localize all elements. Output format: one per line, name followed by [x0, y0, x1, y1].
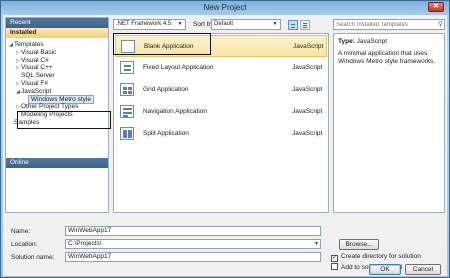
- tree-node-label: Visual Basic: [21, 48, 57, 56]
- annotation-box-javascript: [17, 111, 111, 129]
- template-details: Type: JavaScript A minimal application t…: [333, 33, 445, 213]
- search-input[interactable]: [334, 20, 434, 29]
- tree-node-label: Other Project Types: [21, 103, 79, 111]
- solution-name-field[interactable]: WinWebApp17: [65, 252, 321, 262]
- app-template-icon: [120, 105, 134, 118]
- app-template-icon: [120, 61, 134, 74]
- create-directory-label: Create directory for solution: [341, 253, 421, 260]
- template-name: Fixed Layout Application: [143, 64, 214, 71]
- browse-button[interactable]: Browse...: [339, 239, 379, 250]
- framework-dropdown[interactable]: .NET Framework 4.5 ▼: [113, 19, 186, 30]
- search-box[interactable]: ⚲: [333, 19, 445, 30]
- location-field[interactable]: C:\Projects\ ▼: [65, 239, 321, 249]
- location-value: C:\Projects\: [68, 240, 102, 247]
- tree-node[interactable]: ▷Visual Basic: [6, 49, 108, 57]
- checkmark-icon[interactable]: ✓: [331, 255, 338, 262]
- tree-node[interactable]: Windows Metro style: [6, 94, 108, 104]
- solution-name-value: WinWebApp17: [68, 253, 112, 260]
- toolbar: .NET Framework 4.5 ▼ Sort by: Default ▼: [113, 19, 333, 31]
- window-title: New Project: [203, 3, 247, 12]
- tree-node[interactable]: ▷Visual C#: [6, 57, 108, 65]
- tree-node-label: Visual F#: [21, 79, 48, 87]
- checkbox-icon[interactable]: [331, 263, 338, 270]
- nav-section-online[interactable]: Online: [6, 158, 108, 168]
- chevron-down-icon: ▼: [272, 21, 278, 27]
- framework-value: .NET Framework 4.5: [116, 21, 172, 27]
- name-field[interactable]: WinWebApp17: [65, 226, 321, 236]
- tree-node-label: Visual C++: [21, 64, 53, 72]
- search-icon[interactable]: ⚲: [438, 20, 443, 28]
- nav-section-recent[interactable]: Recent: [6, 18, 108, 28]
- cancel-button[interactable]: Cancel: [405, 264, 441, 275]
- tree-node[interactable]: ◢Templates: [6, 41, 108, 49]
- template-item[interactable]: Navigation Application JavaScript: [115, 101, 327, 123]
- solution-name-label: Solution name:: [11, 254, 55, 261]
- title-bar: New Project ✕: [1, 1, 449, 15]
- type-label: Type:: [338, 38, 355, 45]
- small-icons-view-button[interactable]: [300, 20, 310, 30]
- template-item[interactable]: Grid Application JavaScript: [115, 79, 327, 101]
- template-language: JavaScript: [292, 86, 323, 93]
- name-label: Name:: [11, 228, 31, 235]
- dialog-body: Recent Installed ◢Templates ▷Visual Basic…: [3, 15, 447, 276]
- tree-node[interactable]: SQL Server: [6, 72, 108, 80]
- template-language: JavaScript: [292, 108, 323, 115]
- resize-grip-icon[interactable]: ⋰: [441, 269, 446, 275]
- app-template-icon: [120, 127, 134, 140]
- annotation-box-blank-application: [113, 33, 211, 55]
- ok-button[interactable]: OK: [369, 264, 401, 275]
- tree-node-label: JavaScript: [21, 87, 52, 95]
- template-name: Navigation Application: [143, 108, 207, 115]
- create-directory-checkbox[interactable]: ✓ Create directory for solution: [331, 253, 421, 262]
- new-project-dialog: New Project ✕ Recent Installed ◢Template…: [0, 0, 450, 278]
- template-item[interactable]: Fixed Layout Application JavaScript: [115, 57, 327, 79]
- template-list: Blank Application JavaScript Fixed Layout …: [113, 33, 329, 213]
- project-form: Name: WinWebApp17 Location: C:\Projects\…: [3, 213, 447, 276]
- tree-node[interactable]: ▷Other Project Types: [6, 103, 108, 111]
- tree-node[interactable]: ▷Visual C++: [6, 64, 108, 72]
- tree-node-label: SQL Server: [21, 72, 55, 80]
- tree-node-label: Windows Metro style: [28, 94, 94, 104]
- sort-value: Default: [214, 21, 234, 27]
- template-item[interactable]: Split Application JavaScript: [115, 123, 327, 145]
- template-name: Grid Application: [143, 86, 189, 93]
- medium-icons-view-button[interactable]: [288, 20, 298, 30]
- template-language: JavaScript: [292, 64, 323, 71]
- sort-dropdown[interactable]: Default ▼: [211, 19, 281, 30]
- nav-section-installed[interactable]: Installed: [6, 28, 108, 38]
- template-name: Split Application: [143, 130, 189, 137]
- template-language: JavaScript: [292, 130, 323, 137]
- template-description: A minimal application that uses Windows …: [338, 50, 436, 65]
- close-button[interactable]: ✕: [428, 2, 444, 12]
- name-value: WinWebApp17: [68, 227, 112, 234]
- chevron-down-icon: ▼: [177, 21, 183, 27]
- template-type: Type: JavaScript: [338, 38, 440, 45]
- app-template-icon: [120, 83, 134, 96]
- type-value: JavaScript: [356, 38, 388, 45]
- tree-node-label: Visual C#: [21, 56, 49, 64]
- tree-node[interactable]: ▷Visual F#: [6, 80, 108, 88]
- location-label: Location:: [11, 241, 38, 248]
- tree-node-label: Templates: [14, 41, 44, 48]
- template-language: JavaScript: [293, 43, 324, 50]
- chevron-down-icon[interactable]: ▼: [314, 240, 319, 248]
